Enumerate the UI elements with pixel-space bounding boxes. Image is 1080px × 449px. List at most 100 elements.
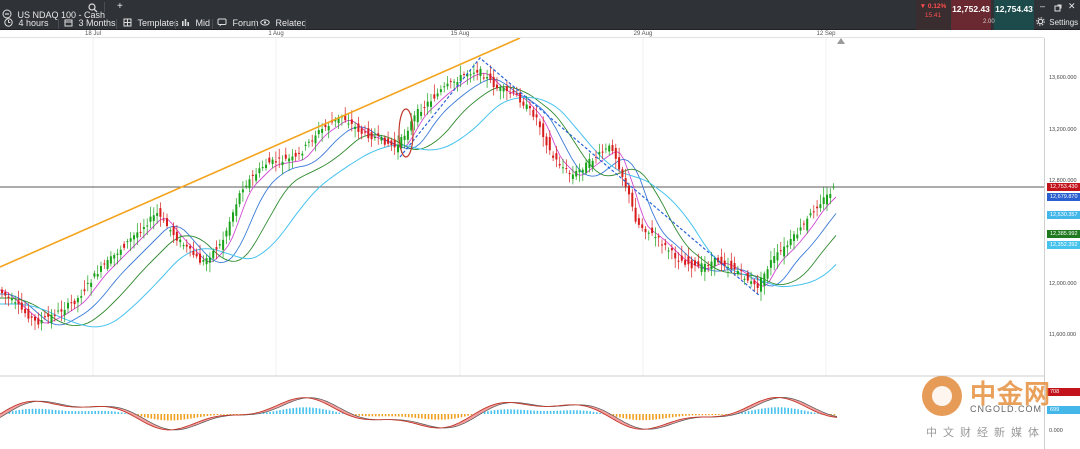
- osc-tick: 0.000: [1049, 428, 1063, 434]
- candle-body: [486, 77, 489, 79]
- candle-body: [694, 260, 696, 266]
- histogram-bar: [41, 408, 44, 414]
- candle-body: [182, 245, 185, 247]
- histogram-bar: [87, 411, 90, 414]
- candle-body: [430, 101, 432, 107]
- candle-body: [608, 145, 611, 152]
- candle-body: [43, 316, 46, 318]
- candle-body: [10, 298, 13, 301]
- candle-body: [637, 218, 640, 225]
- candle-body: [232, 212, 234, 222]
- candle-body: [647, 232, 650, 234]
- candle-body: [736, 270, 739, 274]
- candle-body: [284, 154, 287, 159]
- histogram-bar: [361, 414, 364, 416]
- candle-body: [311, 140, 314, 142]
- histogram-bar: [110, 411, 113, 414]
- candle-body: [383, 137, 386, 145]
- candle-body: [743, 278, 746, 280]
- histogram-bar: [787, 407, 789, 414]
- candle-body: [598, 151, 601, 155]
- histogram-bar: [747, 411, 750, 414]
- candle-body: [816, 206, 819, 209]
- gear-icon: [1036, 17, 1045, 26]
- histogram-bar: [269, 411, 271, 414]
- candle-body: [423, 107, 426, 109]
- dashed-trend-path[interactable]: [399, 57, 761, 297]
- histogram-bar: [790, 408, 793, 414]
- histogram-bar: [711, 414, 714, 416]
- histogram-bar: [157, 414, 159, 420]
- histogram-bar: [770, 407, 773, 414]
- histogram-bar: [533, 410, 535, 414]
- price-axis: 13,600.000 13,200.000 12,800.000 12,000.…: [1044, 38, 1080, 449]
- price-tag-ma: 12,530.357: [1047, 211, 1080, 219]
- trendline[interactable]: [0, 38, 521, 268]
- histogram-bar: [223, 414, 225, 415]
- histogram-bar: [500, 409, 502, 414]
- histogram-bar: [289, 408, 291, 414]
- histogram-bar: [777, 407, 780, 414]
- histogram-bar: [645, 414, 648, 421]
- candle-body: [750, 281, 753, 284]
- histogram-bar: [206, 414, 209, 417]
- histogram-bar: [229, 414, 232, 415]
- histogram-bar: [757, 409, 760, 414]
- candle-body: [690, 260, 693, 269]
- histogram-bar: [526, 410, 529, 414]
- histogram-bar: [536, 410, 539, 414]
- candle-body: [367, 128, 370, 139]
- price-tick: 13,200.000: [1049, 127, 1077, 133]
- candle-body: [476, 69, 479, 73]
- candle-body: [47, 313, 50, 317]
- candle-body: [439, 89, 442, 93]
- histogram-bar: [77, 411, 80, 414]
- histogram-bar: [203, 414, 205, 417]
- histogram-bar: [784, 407, 786, 414]
- histogram-bar: [685, 414, 687, 416]
- candle-body: [789, 239, 792, 246]
- candle-body: [624, 178, 627, 187]
- candle-body: [512, 90, 515, 93]
- candle-body: [393, 139, 396, 148]
- date-label: 1 Aug: [268, 31, 284, 37]
- histogram-bar: [312, 407, 314, 414]
- histogram-bar: [233, 414, 235, 415]
- price-chart[interactable]: [0, 38, 1044, 449]
- candle-body: [241, 189, 244, 193]
- candle-body: [185, 244, 188, 247]
- histogram-bar: [401, 414, 403, 417]
- histogram-bar: [510, 409, 512, 414]
- candle-body: [377, 133, 380, 136]
- candle-body: [60, 309, 63, 312]
- histogram-bar: [170, 414, 172, 421]
- candle-body: [34, 316, 36, 321]
- candle-body: [667, 250, 670, 252]
- histogram-bar: [549, 410, 552, 414]
- osc-tag: 699: [1047, 406, 1080, 414]
- candle-body: [387, 138, 390, 144]
- candle-body: [149, 216, 152, 222]
- candle-body: [218, 244, 221, 246]
- candle-body: [463, 74, 465, 76]
- histogram-bar: [338, 412, 341, 414]
- histogram-bar: [153, 414, 156, 420]
- candle-body: [581, 169, 584, 173]
- candle-body: [1, 289, 3, 294]
- candle-body: [700, 263, 703, 272]
- histogram-bar: [596, 412, 598, 414]
- histogram-bar: [147, 414, 149, 418]
- timeframe-label: 4 hours: [18, 18, 49, 28]
- histogram-bar: [800, 409, 803, 414]
- candle-body: [360, 128, 363, 134]
- histogram-bar: [101, 410, 103, 414]
- histogram-bar: [394, 414, 397, 417]
- ask-box[interactable]: 12,754.43: [994, 0, 1034, 30]
- candle-body: [17, 300, 20, 305]
- histogram-bar: [302, 407, 304, 414]
- histogram-bar: [398, 414, 400, 417]
- candle-body: [793, 234, 795, 241]
- candle-body: [687, 256, 690, 265]
- candle-body: [565, 168, 568, 170]
- candle-body: [192, 250, 195, 256]
